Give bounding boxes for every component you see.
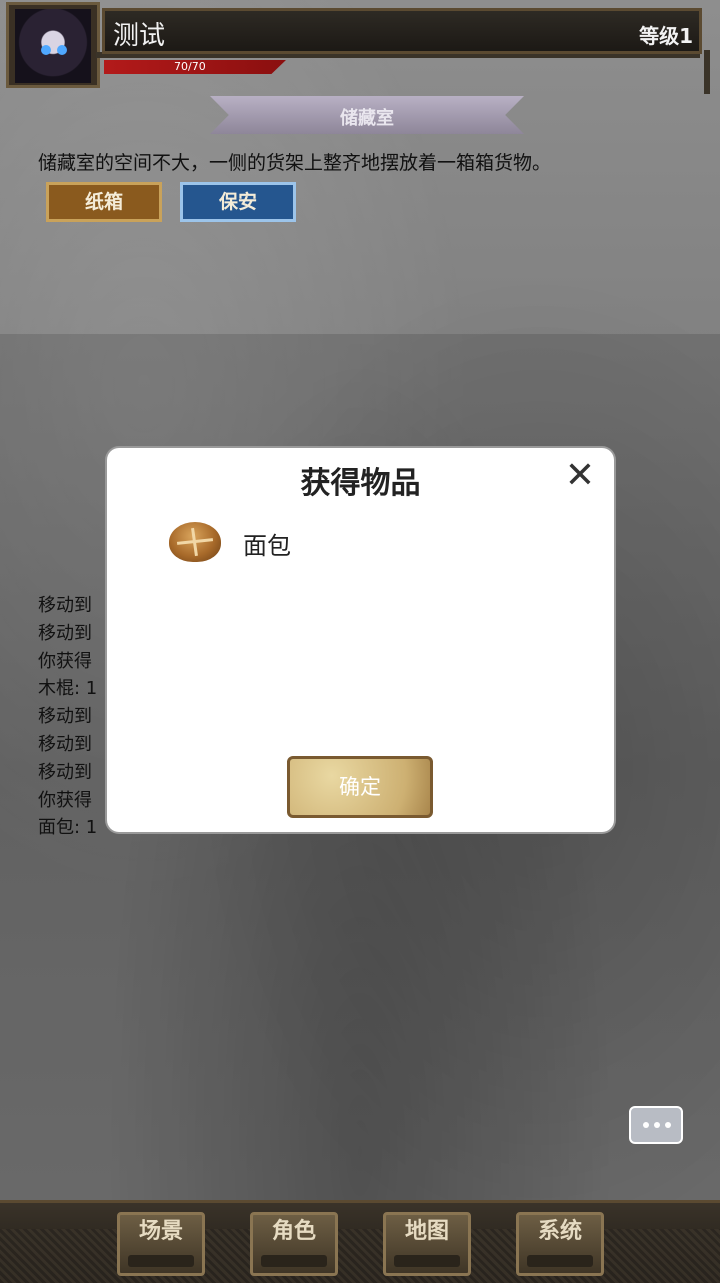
- chat-dot: [643, 1122, 649, 1128]
- log-line: 移动到: [38, 761, 92, 783]
- log-line: 移动到: [38, 595, 92, 616]
- nav-tab-label: 地图: [404, 1219, 449, 1244]
- log-line: 面包: 1: [38, 817, 98, 839]
- dialog-title: 获得物品: [300, 466, 421, 501]
- player-level: 等级1: [639, 24, 693, 48]
- nav-tab-map[interactable]: 地图: [383, 1212, 471, 1276]
- nav-tab-pad: [394, 1255, 460, 1267]
- avatar-eye: [41, 45, 51, 55]
- scene-description: 储藏室的空间不大，一侧的货架上整齐地摆放着一箱箱货物。: [38, 152, 552, 174]
- player-name: 测试: [113, 21, 166, 51]
- item-name: 面包: [243, 532, 291, 560]
- log-line: 木棍: 1: [38, 678, 98, 700]
- log-line: 移动到: [38, 733, 92, 755]
- confirm-button[interactable]: 确定: [287, 756, 433, 818]
- bread-icon: [169, 522, 221, 562]
- nav-tab-pad: [128, 1255, 194, 1267]
- header-post: [704, 50, 710, 94]
- log-line: 移动到: [38, 622, 92, 644]
- name-bar: 测试 等级1: [102, 8, 702, 54]
- nav-tab-label: 系统: [537, 1219, 582, 1244]
- avatar-eye: [57, 45, 67, 55]
- nav-tab-system[interactable]: 系统: [516, 1212, 604, 1276]
- message-log: 移动到 移动到 你获得 木棍: 1 移动到 移动到 移动到 你获得 面包: 1: [38, 592, 97, 842]
- hp-text: 70/70: [174, 60, 206, 73]
- log-line: 移动到: [38, 706, 92, 728]
- action-button-guard[interactable]: 保安: [180, 182, 296, 222]
- nav-tab-label: 场景: [138, 1219, 183, 1244]
- nav-tab-pad: [261, 1255, 327, 1267]
- header: 测试 等级1 70/70: [0, 0, 720, 95]
- nav-tab-label: 角色: [271, 1219, 316, 1244]
- item-obtained-dialog: 获得物品 ✕ 面包 确定: [107, 448, 614, 832]
- chat-dot: [654, 1122, 660, 1128]
- nav-tab-character[interactable]: 角色: [250, 1212, 338, 1276]
- scene-banner: 储藏室: [210, 96, 524, 134]
- action-button-box[interactable]: 纸箱: [46, 182, 162, 222]
- avatar-frame[interactable]: [6, 2, 100, 88]
- log-line: 你获得: [38, 650, 92, 672]
- bottom-nav-bar: [0, 1200, 720, 1283]
- scene-title: 储藏室: [340, 108, 394, 129]
- chat-icon[interactable]: [629, 1106, 683, 1144]
- close-icon[interactable]: ✕: [560, 456, 600, 496]
- nav-tab-scene[interactable]: 场景: [117, 1212, 205, 1276]
- log-line: 你获得: [38, 789, 92, 811]
- chat-dot: [665, 1122, 671, 1128]
- nav-tab-pad: [527, 1255, 593, 1267]
- avatar: [15, 9, 91, 83]
- nav-mesh: [0, 1229, 720, 1283]
